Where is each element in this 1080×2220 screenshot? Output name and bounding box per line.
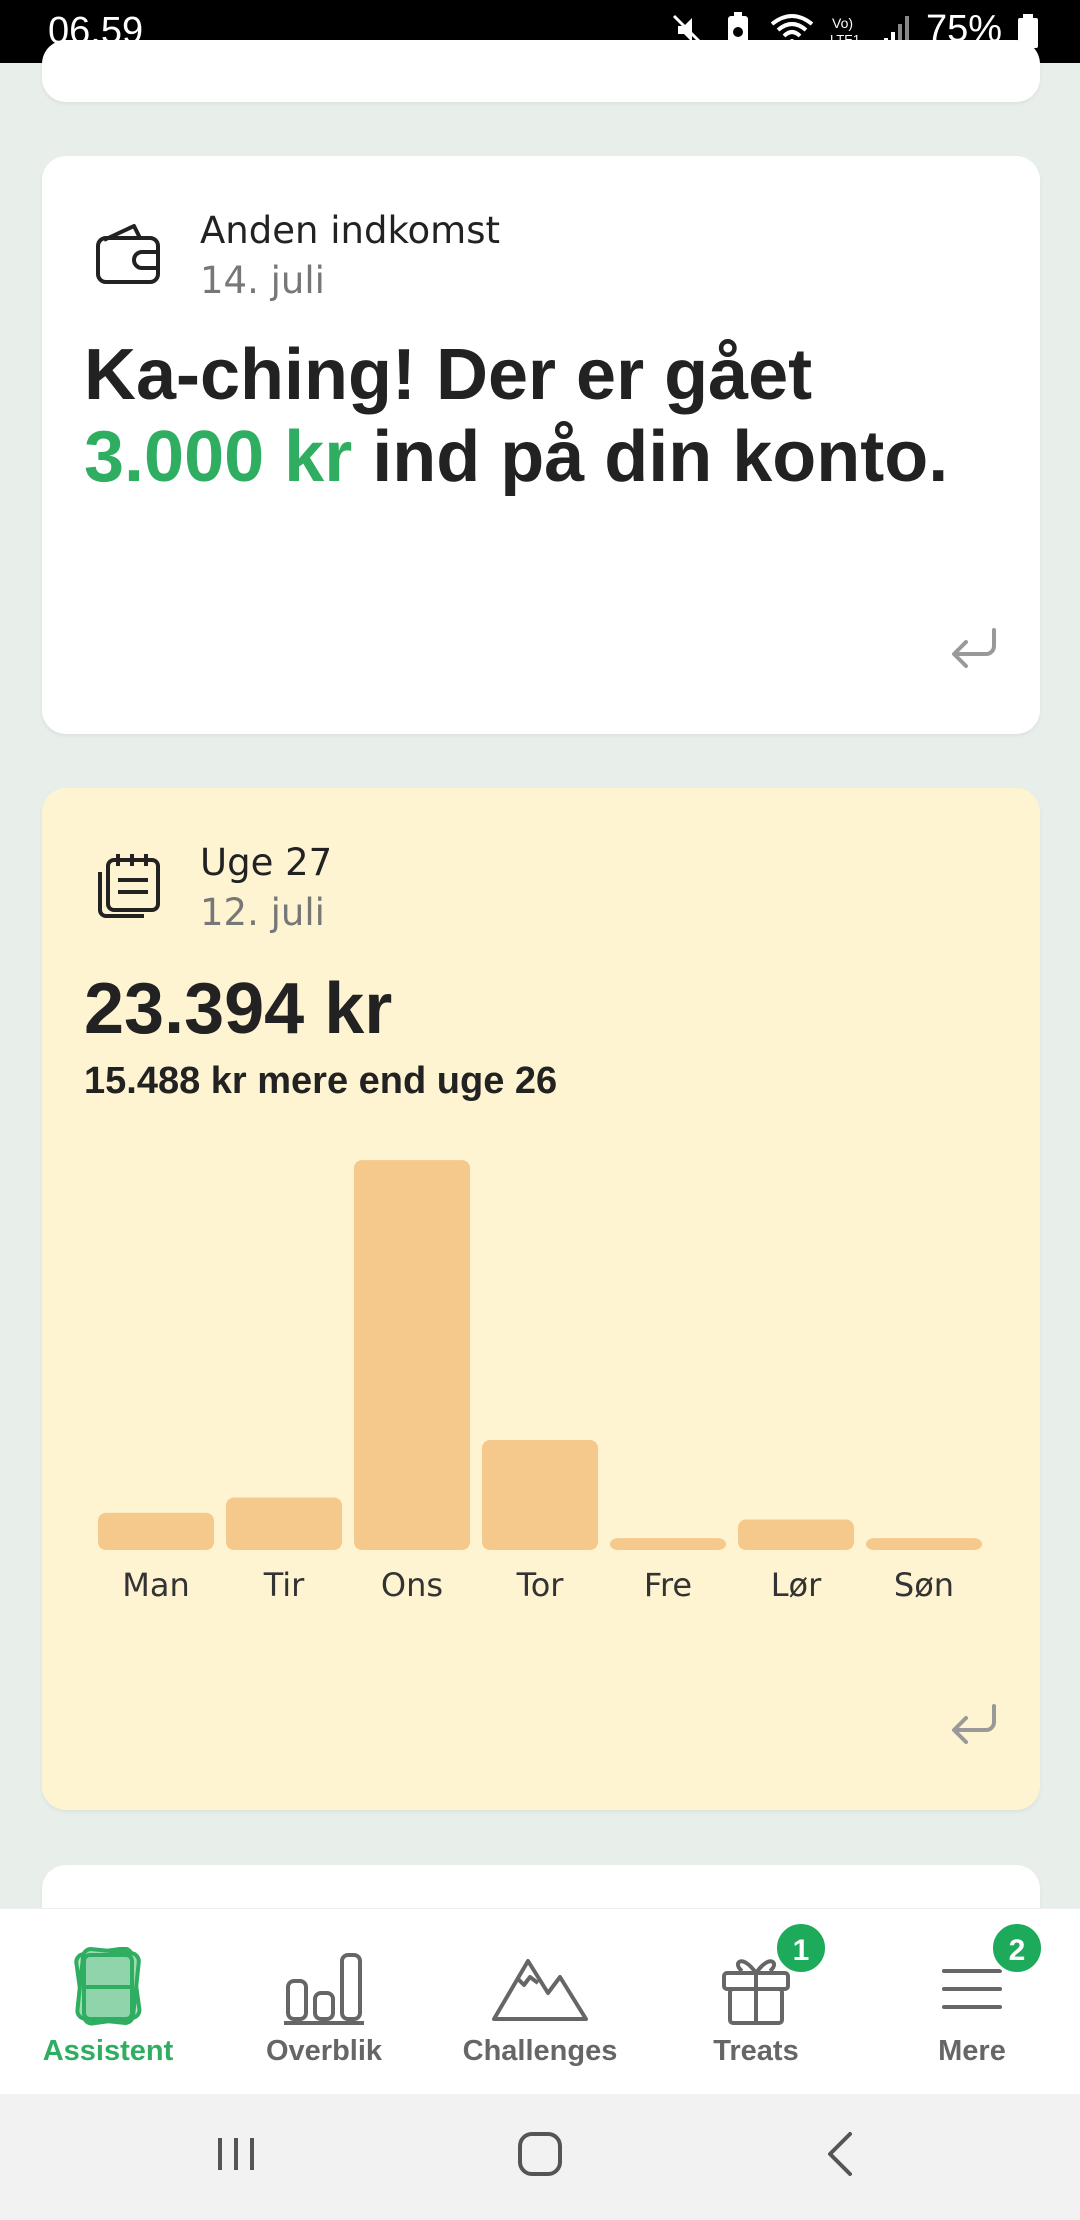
income-card[interactable]: Anden indkomst 14. juli Ka-ching! Der er…: [42, 156, 1040, 734]
nav-assistent[interactable]: Assistent: [0, 1909, 216, 2095]
nav-label: Overblik: [265, 2035, 383, 2067]
income-card-date: 14. juli: [200, 259, 325, 302]
nav-label: Mere: [938, 2035, 1006, 2067]
week-card-title: Uge 27: [200, 841, 333, 884]
week-total-amount: 23.394 kr: [84, 969, 393, 1049]
x-tick-label: Tor: [516, 1566, 565, 1604]
treats-badge: 1: [774, 1921, 828, 1975]
assistant-cards-icon: [74, 1947, 142, 2026]
reply-icon[interactable]: [948, 624, 1000, 668]
income-headline: Ka-ching! Der er gået 3.000 kr ind på di…: [84, 334, 984, 498]
bar-ons: [354, 1160, 470, 1550]
x-tick-label: Søn: [894, 1566, 954, 1604]
nav-overblik[interactable]: Overblik: [216, 1909, 432, 2095]
notes-icon: [98, 854, 160, 918]
week-card[interactable]: Uge 27 12. juli 23.394 kr 15.488 kr mere…: [42, 788, 1040, 1810]
bar-lør: [738, 1519, 854, 1550]
nav-label: Challenges: [462, 2035, 618, 2067]
bar-søn: [866, 1538, 982, 1550]
x-tick-label: Tir: [263, 1566, 305, 1604]
system-navigation-bar: [0, 2094, 1080, 2220]
bar-man: [98, 1512, 214, 1550]
reply-icon[interactable]: [948, 1700, 1000, 1744]
nav-label: Assistent: [42, 2035, 174, 2067]
week-card-header: Uge 27 12. juli: [90, 840, 332, 940]
x-tick-label: Man: [122, 1566, 190, 1604]
week-card-date: 12. juli: [200, 891, 325, 934]
nav-treats[interactable]: 1 Treats: [648, 1909, 864, 2095]
x-tick-label: Fre: [644, 1566, 692, 1604]
recents-icon[interactable]: [206, 2124, 266, 2184]
headline-pre: Ka-ching! Der er gået: [84, 335, 813, 415]
bar-chart-icon: [284, 1953, 364, 2025]
home-icon[interactable]: [510, 2124, 570, 2184]
income-card-title: Anden indkomst: [200, 209, 501, 252]
headline-post: ind på din konto.: [372, 417, 949, 497]
week-comparison: 15.488 kr mere end uge 26: [84, 1060, 558, 1102]
x-tick-label: Lør: [771, 1566, 822, 1604]
bar-fre: [610, 1538, 726, 1550]
mountain-icon: [492, 1959, 588, 2021]
wallet-icon: [96, 224, 160, 284]
headline-amount: 3.000 kr: [84, 417, 353, 497]
bar-tor: [482, 1440, 598, 1550]
bottom-navigation: Assistent Overblik Challenges 1 Treats 2…: [0, 1908, 1080, 2094]
previous-card[interactable]: [42, 40, 1040, 102]
nav-challenges[interactable]: Challenges: [432, 1909, 648, 2095]
nav-mere[interactable]: 2 Mere: [864, 1909, 1080, 2095]
nav-label: Treats: [713, 2035, 799, 2067]
x-tick-label: Ons: [381, 1566, 443, 1604]
income-card-header: Anden indkomst 14. juli: [90, 208, 500, 308]
svg-text:Vo): Vo): [832, 15, 853, 31]
weekly-spending-chart: Man Tir Ons Tor Fre Lør Søn: [98, 1160, 982, 1604]
mere-badge: 2: [990, 1921, 1044, 1975]
back-icon[interactable]: [812, 2124, 872, 2184]
bar-tir: [226, 1497, 342, 1550]
